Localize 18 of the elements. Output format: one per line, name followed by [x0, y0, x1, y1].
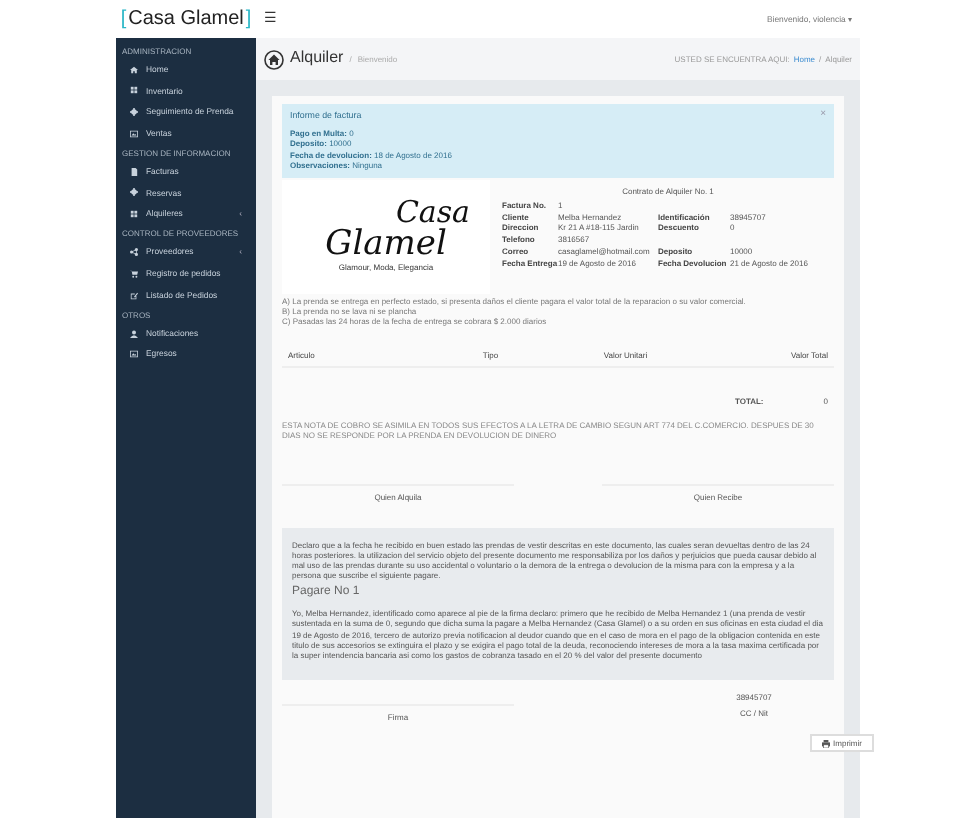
home-icon — [264, 49, 284, 69]
image-icon — [130, 350, 138, 359]
cart-icon — [130, 269, 138, 278]
bracket-mark: ] — [245, 5, 252, 33]
logo-text: Glamel — [325, 228, 447, 263]
printer-icon — [821, 739, 830, 748]
brand-name: Casa Glamel — [128, 5, 244, 33]
edit-icon — [130, 291, 138, 300]
document-icon — [130, 167, 138, 176]
person-icon — [130, 329, 138, 338]
bracket-mark: [ — [120, 5, 127, 33]
home-icon — [130, 65, 138, 74]
image-icon — [130, 129, 138, 138]
logo-text: Casa — [395, 198, 470, 229]
network-icon — [130, 248, 138, 257]
page-title: Alquiler — [290, 48, 344, 70]
grid-icon — [130, 210, 138, 219]
grid-icon — [130, 86, 138, 95]
